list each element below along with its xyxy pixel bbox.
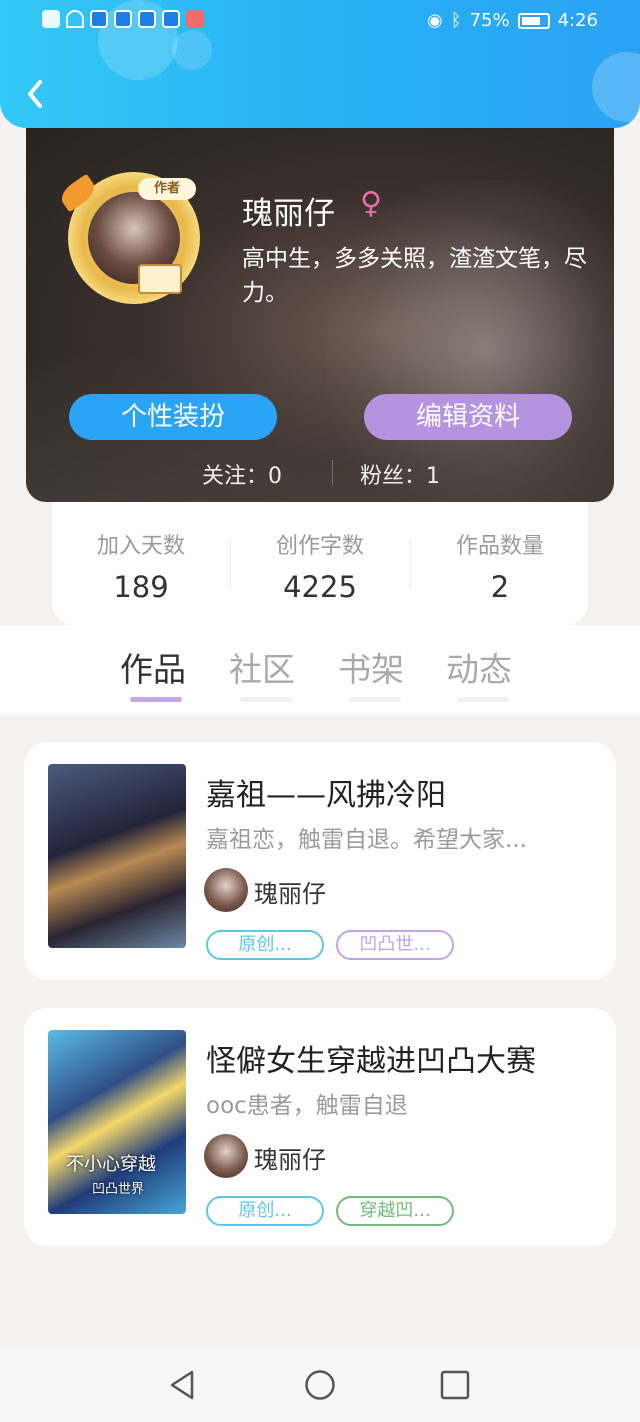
battery-percent: 75% — [469, 10, 510, 31]
divider — [332, 460, 333, 486]
system-nav-bar — [0, 1348, 640, 1422]
tab-community[interactable]: 社区 — [229, 643, 295, 691]
tab-indicator — [349, 697, 401, 702]
calendar-app-icon — [186, 10, 204, 28]
stat-value: 4225 — [283, 570, 357, 604]
bluetooth-icon: ᛒ — [450, 10, 462, 31]
tab-works[interactable]: 作品 — [120, 643, 186, 691]
sim-icon — [42, 10, 60, 28]
work-title: 嘉祖——风拂冷阳 — [206, 778, 446, 813]
stat-word-count: 创作字数 4225 — [231, 528, 409, 604]
battery-icon — [517, 12, 550, 29]
work-tag[interactable]: 原创... — [206, 1196, 324, 1226]
female-gender-icon: ♀ — [360, 186, 382, 221]
back-arrow-icon[interactable] — [22, 76, 50, 112]
work-description: 嘉祖恋，触雷自退。希望大家... — [206, 827, 527, 853]
cover-subtext: 凹凸世界 — [92, 1182, 145, 1197]
stat-value: 2 — [490, 570, 510, 604]
content-tabs: 作品 社区 书架 动态 — [0, 625, 640, 715]
nav-back-icon[interactable] — [166, 1368, 200, 1402]
eye-icon: ◉ — [427, 10, 443, 31]
personalize-button[interactable]: 个性装扮 — [69, 394, 277, 440]
cover-text: 不小心穿越 — [66, 1154, 156, 1175]
work-tag[interactable]: 穿越凹... — [336, 1196, 454, 1226]
status-bar: ◉ ᛒ 75% 4:26 — [0, 0, 640, 44]
status-icons-left — [42, 10, 204, 28]
work-tag[interactable]: 凹凸世... — [336, 930, 454, 960]
decor-bubble — [592, 52, 640, 122]
work-title: 怪僻女生穿越进凹凸大赛 — [206, 1044, 536, 1079]
stat-work-count: 作品数量 2 — [411, 528, 589, 604]
notification-app-icon — [90, 10, 108, 28]
tab-activity[interactable]: 动态 — [446, 643, 512, 691]
wifi-icon — [66, 10, 84, 28]
carrot-decoration-icon — [56, 173, 100, 213]
work-author: 瑰丽仔 — [254, 1146, 326, 1174]
avatar-frame[interactable]: 作者 — [56, 172, 200, 304]
tab-indicator — [240, 697, 292, 702]
work-cover[interactable] — [48, 764, 186, 948]
stat-join-days: 加入天数 189 — [52, 528, 230, 604]
nav-recents-icon[interactable] — [438, 1368, 472, 1402]
work-description: ooc患者，触雷自退 — [206, 1093, 408, 1119]
edit-profile-button[interactable]: 编辑资料 — [364, 394, 572, 440]
stat-label: 加入天数 — [96, 534, 185, 559]
author-avatar — [204, 1134, 248, 1178]
work-cover[interactable]: 不小心穿越 凹凸世界 — [48, 1030, 186, 1214]
stat-label: 创作字数 — [275, 534, 364, 559]
search-app-icon — [138, 10, 156, 28]
work-item[interactable]: 嘉祖——风拂冷阳 嘉祖恋，触雷自退。希望大家... 瑰丽仔 原创... 凹凸世.… — [24, 742, 616, 980]
tab-indicator — [457, 697, 509, 702]
music-app-icon — [162, 10, 180, 28]
tab-active-indicator — [130, 697, 182, 702]
work-tag[interactable]: 原创... — [206, 930, 324, 960]
profile-username: 瑰丽仔 — [242, 196, 335, 232]
stats-card: 加入天数 189 创作字数 4225 作品数量 2 — [52, 502, 588, 625]
tab-bookshelf[interactable]: 书架 — [338, 643, 404, 691]
followers-count[interactable]: 粉丝：1 — [360, 458, 440, 490]
profile-bio: 高中生，多多关照，渣渣文笔，尽力。 — [242, 246, 587, 306]
author-avatar — [204, 868, 248, 912]
work-item[interactable]: 不小心穿越 凹凸世界 怪僻女生穿越进凹凸大赛 ooc患者，触雷自退 瑰丽仔 原创… — [24, 1008, 616, 1246]
stat-label: 作品数量 — [455, 534, 544, 559]
book-decoration-icon — [138, 264, 182, 294]
clock: 4:26 — [557, 10, 598, 31]
notification-app-icon — [114, 10, 132, 28]
following-count[interactable]: 关注：0 — [202, 458, 282, 490]
author-badge: 作者 — [138, 178, 196, 200]
status-icons-right: ◉ ᛒ 75% 4:26 — [427, 10, 598, 31]
work-author: 瑰丽仔 — [254, 880, 326, 908]
stat-value: 189 — [113, 570, 169, 604]
nav-home-icon[interactable] — [303, 1368, 337, 1402]
profile-card: 作者 瑰丽仔 ♀ 高中生，多多关照，渣渣文笔，尽力。 个性装扮 编辑资料 关注：… — [26, 120, 614, 502]
